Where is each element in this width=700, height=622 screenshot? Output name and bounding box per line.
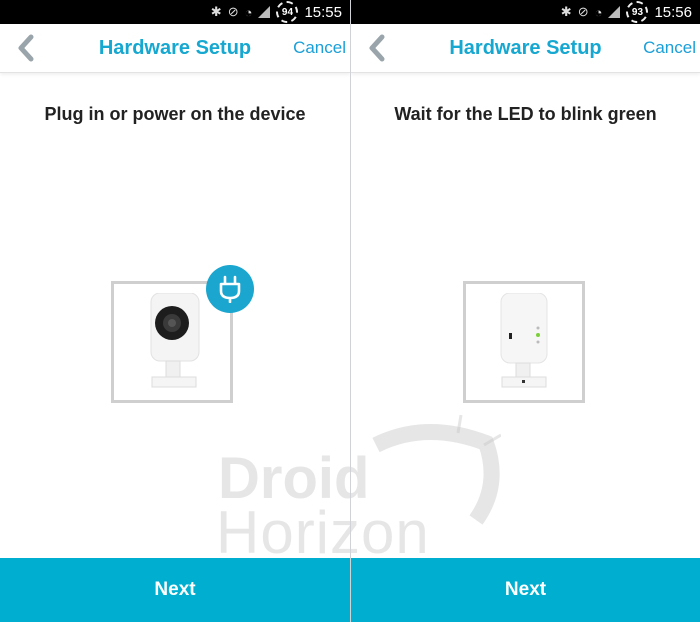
plug-icon (206, 265, 254, 313)
wifi-icon: ◔ (594, 4, 603, 20)
instruction-text: Wait for the LED to blink green (394, 104, 657, 124)
clock: 15:55 (304, 3, 342, 21)
wifi-icon: ◔ (244, 4, 253, 20)
battery-icon: 94 (276, 1, 299, 23)
signal-icon (608, 6, 621, 18)
status-bar: ✱ ⊘ ◔ 94 15:55 (0, 0, 350, 24)
bluetooth-icon: ✱ (210, 4, 222, 19)
status-bar: ✱ ⊘ ◔ 93 15:56 (351, 0, 700, 24)
next-button[interactable]: Next (351, 558, 700, 622)
screen-plug-in: ✱ ⊘ ◔ 94 15:55 Hardware Setup Cancel Plu… (0, 0, 350, 622)
led-indicator (536, 333, 540, 337)
next-button[interactable]: Next (0, 558, 350, 622)
app-bar: Hardware Setup Cancel (0, 24, 350, 73)
signal-icon (258, 6, 271, 18)
cancel-button[interactable]: Cancel (643, 38, 696, 58)
battery-icon: 93 (626, 1, 649, 23)
app-bar: Hardware Setup Cancel (351, 24, 700, 73)
vibrate-mute-icon: ⊘ (227, 4, 239, 19)
vibrate-mute-icon: ⊘ (577, 4, 589, 19)
camera-front-image (150, 293, 200, 388)
instruction-text: Plug in or power on the device (44, 104, 306, 124)
screen-divider (350, 0, 351, 622)
clock: 15:56 (654, 3, 692, 21)
cancel-button[interactable]: Cancel (293, 38, 346, 58)
camera-back-image (500, 293, 548, 388)
bluetooth-icon: ✱ (560, 4, 572, 19)
screen-wait-led: ✱ ⊘ ◔ 93 15:56 Hardware Setup Cancel Wai… (351, 0, 700, 622)
